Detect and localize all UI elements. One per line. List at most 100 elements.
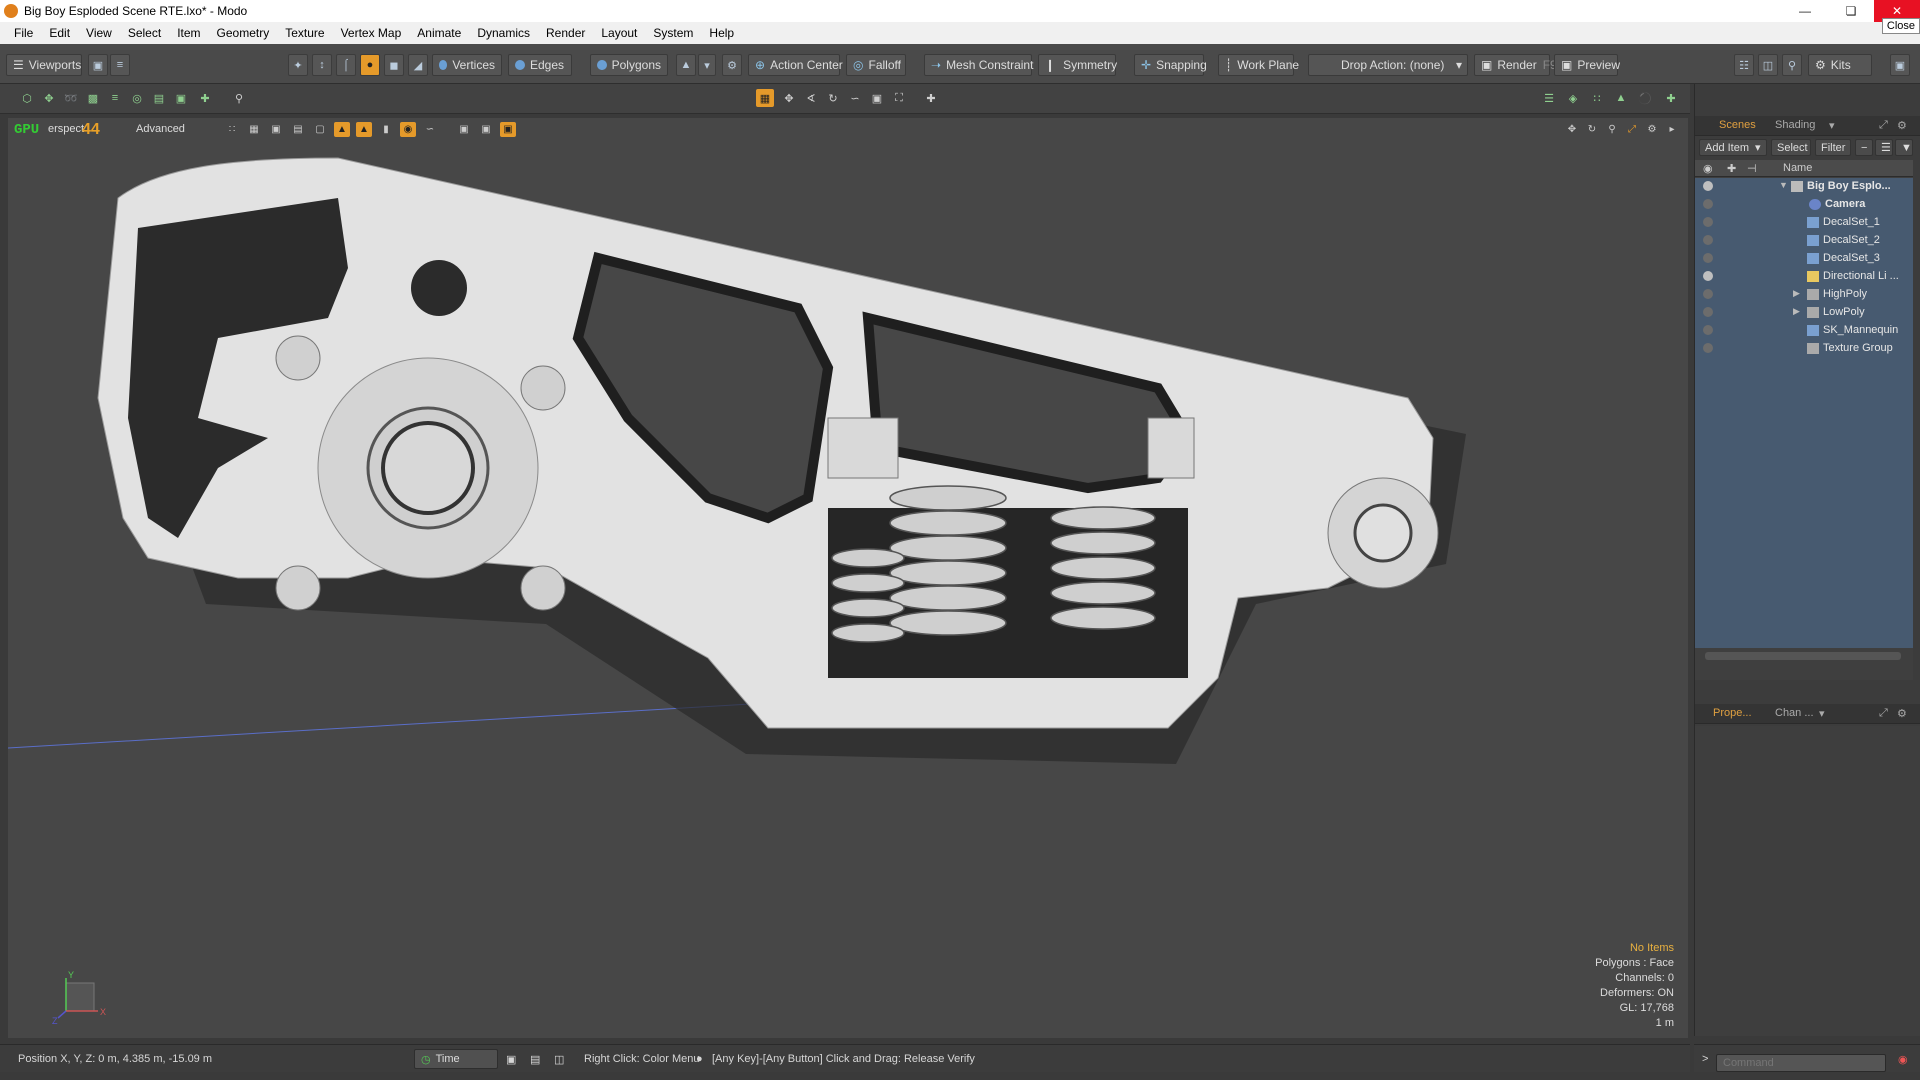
scene-item-decalset-2[interactable]: DecalSet_2 (1695, 232, 1913, 250)
visibility-eye-icon[interactable] (1703, 181, 1713, 191)
layout-icon[interactable]: ▣ (506, 1053, 516, 1066)
collapse-icon[interactable]: − (1855, 139, 1873, 156)
select-button[interactable]: Select (1771, 139, 1811, 156)
collapse-triangle-icon[interactable]: ▼ (1779, 180, 1788, 190)
scene-item-sk-mannequin[interactable]: SK_Mannequin (1695, 322, 1913, 340)
cube-icon[interactable]: ⬡ (18, 89, 36, 107)
expand-icon[interactable]: ⤢ (1879, 707, 1888, 720)
mode-dropdown-chevron-icon[interactable]: ▾ (698, 54, 716, 76)
minimize-button[interactable]: — (1782, 0, 1828, 22)
tab-dropdown-chevron-icon[interactable]: ▾ (1829, 119, 1835, 132)
vertices-mode-button[interactable]: Vertices (432, 54, 502, 76)
split-icon[interactable]: ◫ (554, 1053, 564, 1066)
scene-item-decalset-1[interactable]: DecalSet_1 (1695, 214, 1913, 232)
command-clear-icon[interactable]: ◉ (1898, 1053, 1908, 1066)
select-tool-icon[interactable]: ✦ (288, 54, 308, 76)
columns-layout-icon[interactable]: ◫ (1758, 54, 1778, 76)
action-center-button[interactable]: ⊕ Action Center (748, 54, 843, 76)
snap-grid-icon[interactable]: ▦ (756, 89, 774, 107)
target-icon[interactable]: ◎ (128, 89, 146, 107)
tab-shading[interactable]: Shading (1775, 119, 1815, 131)
drop-action-select[interactable]: Drop Action: (none) ▾ (1308, 54, 1468, 76)
plus-icon[interactable]: ✚ (922, 89, 940, 107)
list-layout-icon[interactable]: ☷ (1734, 54, 1754, 76)
tab-properties[interactable]: Prope... (1713, 707, 1752, 719)
visibility-eye-icon[interactable] (1703, 199, 1713, 209)
panel-settings-icon[interactable]: ⚙ (1897, 119, 1907, 132)
menu-vertex-map[interactable]: Vertex Map (333, 26, 410, 40)
add-icon[interactable]: ✚ (196, 89, 214, 107)
material-mode-icon[interactable]: ◢ (408, 54, 428, 76)
add-layer-icon[interactable]: ✚ (1662, 89, 1680, 107)
menu-view[interactable]: View (78, 26, 120, 40)
menu-help[interactable]: Help (701, 26, 742, 40)
filter-funnel-icon[interactable]: ▼ (1895, 139, 1913, 156)
tab-scenes[interactable]: Scenes (1719, 119, 1756, 131)
timeline-icon[interactable]: ▤ (530, 1053, 540, 1066)
3d-viewport[interactable]: GPU erspect 44 Advanced ∷ ▦ ▣ ▤ ▢ ▲ ▲ ▮ … (8, 118, 1688, 1038)
fit-icon[interactable]: ⛶ (890, 89, 908, 107)
grid-dots-icon[interactable]: ∷ (1588, 89, 1606, 107)
shield-mode-icon[interactable]: ▲ (676, 54, 696, 76)
expand-icon[interactable]: ⤢ (1879, 119, 1888, 132)
symmetry-button[interactable]: ❙ Symmetry (1038, 54, 1117, 76)
scene-item-highpoly[interactable]: ▶ HighPoly (1695, 286, 1913, 304)
search-icon[interactable]: ⚲ (230, 89, 248, 107)
tab-dropdown-chevron-icon[interactable]: ▾ (1819, 707, 1825, 720)
lasso-select-icon[interactable]: ↕ (312, 54, 332, 76)
image-icon[interactable]: ▲ (1612, 89, 1630, 107)
curve-icon[interactable]: ∽ (846, 89, 864, 107)
kits-button[interactable]: ⚙ Kits (1808, 54, 1872, 76)
options-icon[interactable]: ☰ (1875, 139, 1893, 156)
rotate-icon[interactable]: ↻ (824, 89, 842, 107)
expand-triangle-icon[interactable]: ▶ (1793, 288, 1800, 299)
ruler-icon[interactable]: ∢ (802, 89, 820, 107)
panel-toggle-icon[interactable]: ▣ (1890, 54, 1910, 76)
menu-file[interactable]: File (6, 26, 41, 40)
scale-icon[interactable]: ▤ (150, 89, 168, 107)
visibility-eye-icon[interactable] (1703, 343, 1713, 353)
name-column-header[interactable]: Name (1783, 162, 1812, 174)
visibility-eye-icon[interactable] (1703, 271, 1713, 281)
scene-item-directional-light[interactable]: Directional Li ... (1695, 268, 1913, 286)
tab-channels[interactable]: Chan ... (1775, 707, 1814, 719)
move-icon[interactable]: ✥ (40, 89, 58, 107)
time-button[interactable]: ◷ Time (414, 1049, 498, 1069)
menu-system[interactable]: System (645, 26, 701, 40)
visibility-eye-icon[interactable] (1703, 289, 1713, 299)
scene-item-decalset-3[interactable]: DecalSet_3 (1695, 250, 1913, 268)
visibility-eye-icon[interactable] (1703, 217, 1713, 227)
edges-mode-button[interactable]: Edges (508, 54, 572, 76)
menu-select[interactable]: Select (120, 26, 169, 40)
visibility-eye-icon[interactable] (1703, 307, 1713, 317)
scene-item-root[interactable]: ▼ Big Boy Esplo... (1695, 178, 1913, 196)
frame-icon[interactable]: ▣ (172, 89, 190, 107)
preview-button[interactable]: ▣ Preview (1554, 54, 1620, 76)
menu-layout[interactable]: Layout (593, 26, 645, 40)
move-tool-icon[interactable]: ✥ (780, 89, 798, 107)
viewports-button[interactable]: ☰ Viewports (6, 54, 82, 76)
layout-icon[interactable]: ▣ (88, 54, 108, 76)
layers-icon[interactable]: ☰ (1540, 89, 1558, 107)
bone-icon[interactable]: ➿ (62, 89, 80, 107)
scene-item-lowpoly[interactable]: ▶ LowPoly (1695, 304, 1913, 322)
item-mode-icon[interactable]: ◼ (384, 54, 404, 76)
scene-item-camera[interactable]: Camera (1695, 196, 1913, 214)
zoom-icon[interactable]: ⚲ (1782, 54, 1802, 76)
vehicle-icon[interactable]: ▩ (84, 89, 102, 107)
filter-button[interactable]: Filter (1815, 139, 1851, 156)
horizontal-scrollbar[interactable] (1705, 652, 1901, 660)
menu-item[interactable]: Item (169, 26, 208, 40)
mesh-constraint-button[interactable]: ➝ Mesh Constraint (924, 54, 1033, 76)
menu-geometry[interactable]: Geometry (209, 26, 278, 40)
add-item-button[interactable]: Add Item ▾ (1699, 139, 1767, 156)
network-icon[interactable]: ⚫ (1636, 89, 1654, 107)
expand-triangle-icon[interactable]: ▶ (1793, 306, 1800, 317)
menu-edit[interactable]: Edit (41, 26, 78, 40)
snapping-button[interactable]: ✛ Snapping (1134, 54, 1207, 76)
command-input[interactable] (1716, 1054, 1886, 1072)
auto-select-icon[interactable]: ● (360, 54, 380, 76)
menu-dynamics[interactable]: Dynamics (469, 26, 538, 40)
visibility-eye-icon[interactable] (1703, 325, 1713, 335)
gear-shield-icon[interactable]: ⚙ (722, 54, 742, 76)
